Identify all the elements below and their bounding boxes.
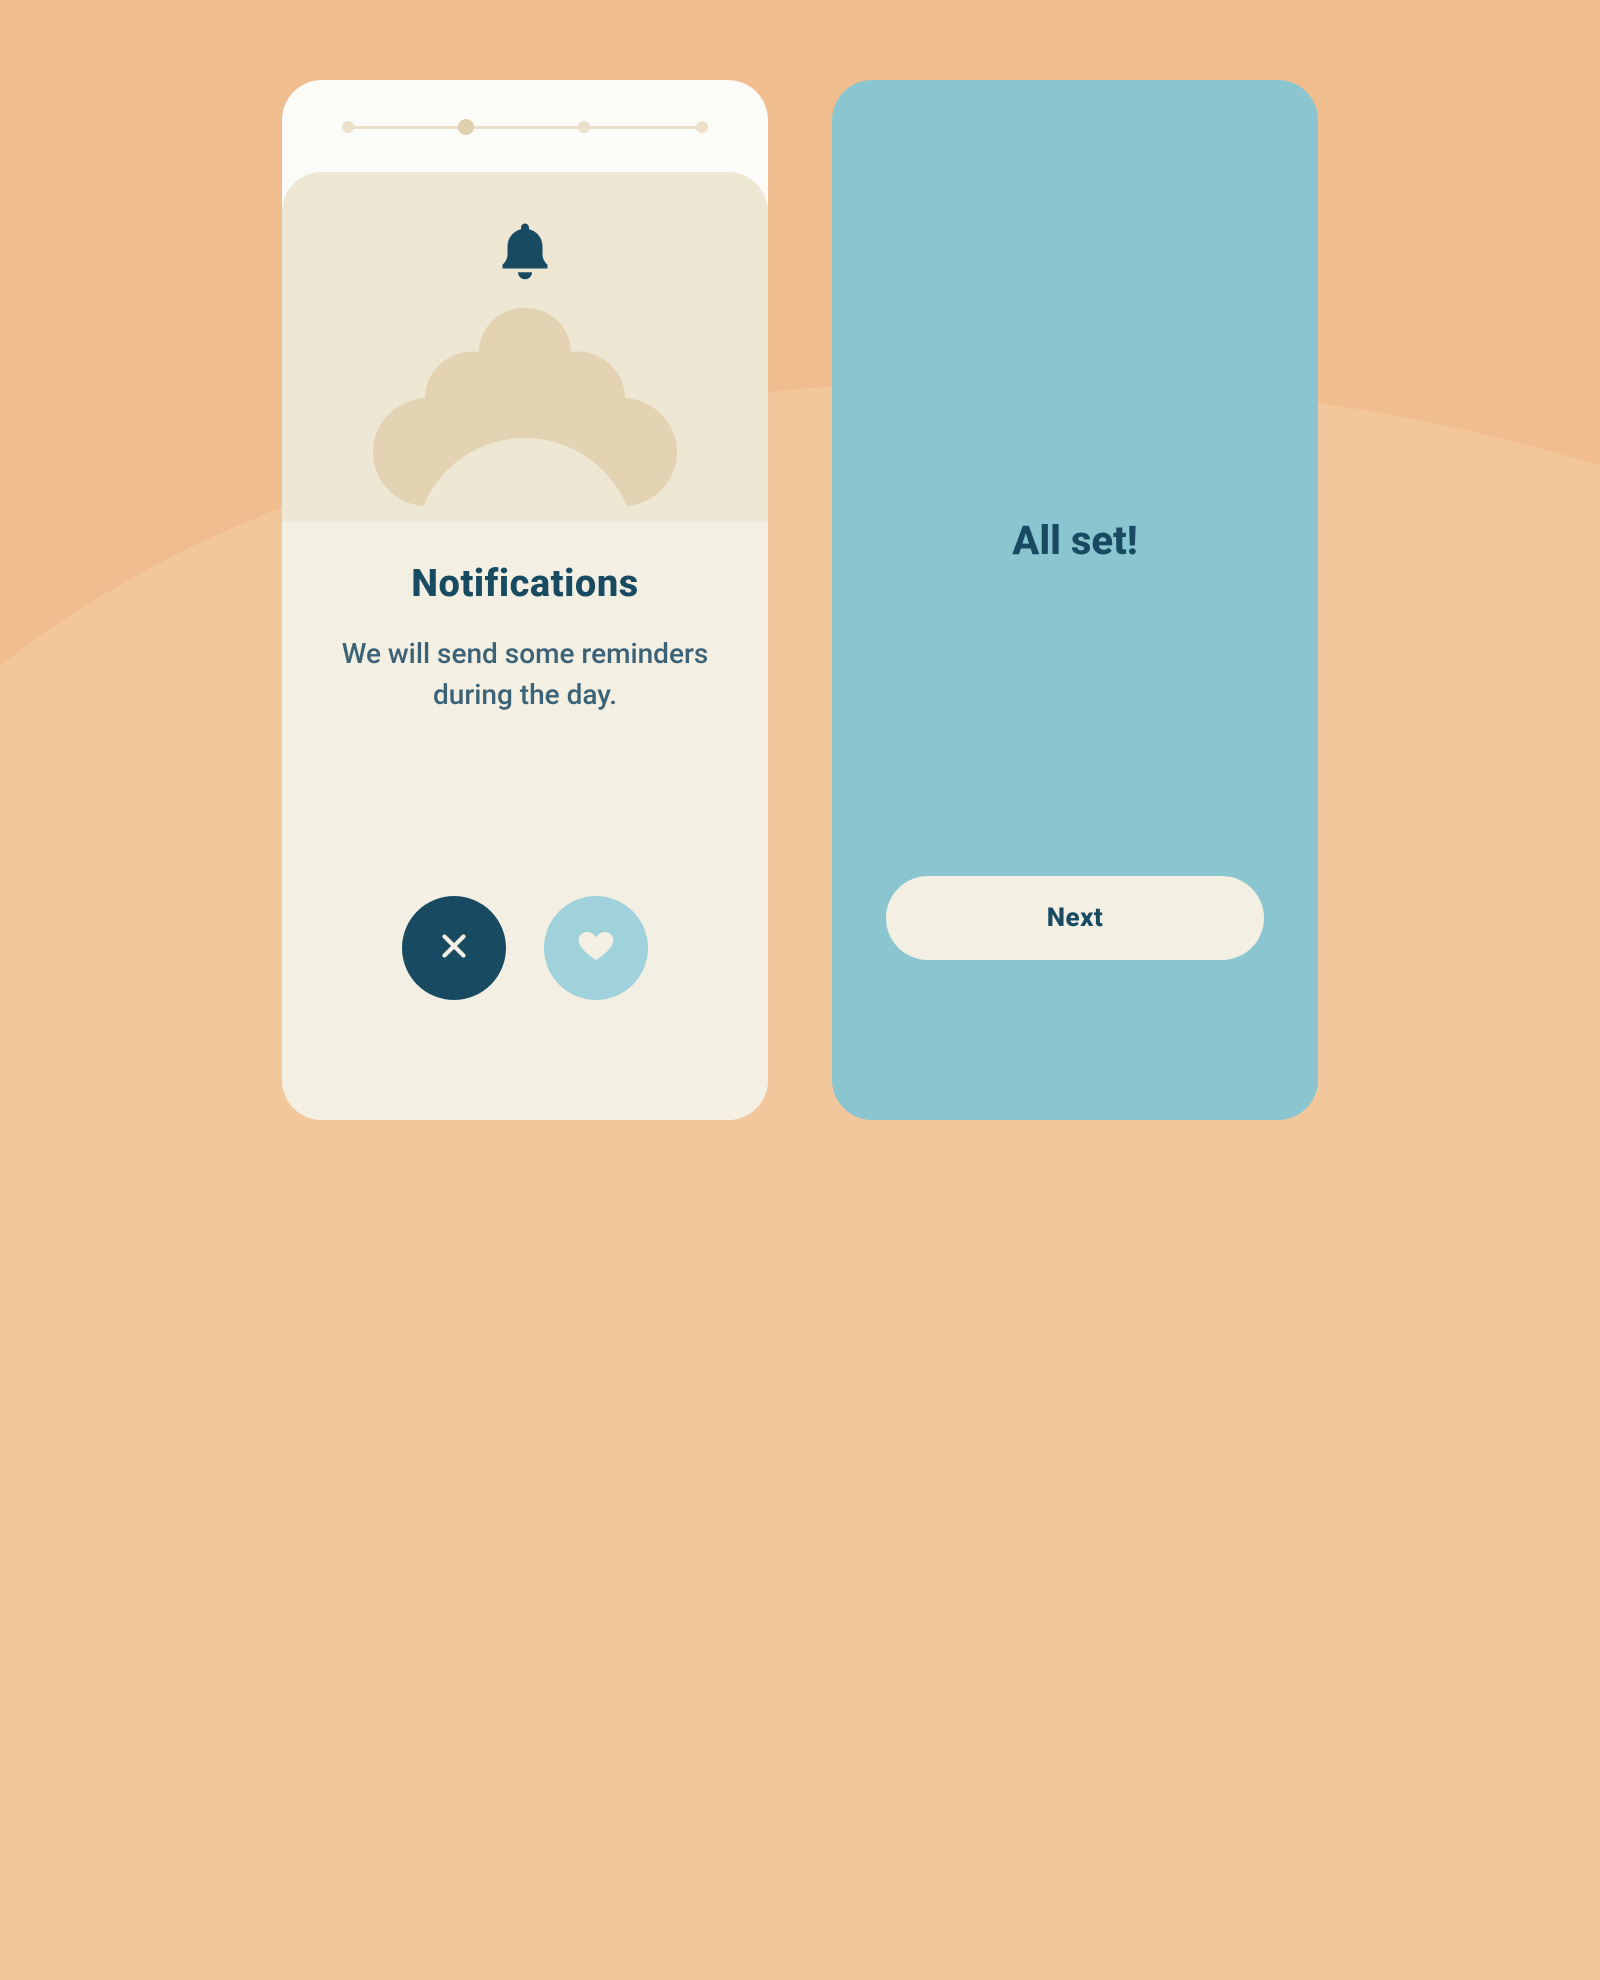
onboarding-actions	[282, 896, 768, 1000]
complete-title: All set!	[832, 517, 1318, 564]
hero-illustration	[282, 172, 768, 522]
progress-track	[348, 126, 702, 129]
accept-button[interactable]	[544, 896, 648, 1000]
next-button-label: Next	[1047, 903, 1104, 933]
onboarding-subtitle: We will send some reminders during the d…	[322, 634, 728, 715]
progress-step-3[interactable]	[578, 121, 590, 133]
onboarding-title: Notifications	[322, 562, 728, 606]
onboarding-card: Notifications We will send some reminder…	[282, 172, 768, 1120]
heart-icon	[575, 925, 617, 971]
close-icon	[435, 927, 473, 969]
onboarding-screen-notifications: Notifications We will send some reminder…	[282, 80, 768, 1120]
onboarding-screen-complete: All set! Next	[832, 80, 1318, 1120]
stage: Notifications We will send some reminder…	[0, 0, 1600, 1200]
progress-step-4[interactable]	[696, 121, 708, 133]
progress-step-1[interactable]	[342, 121, 354, 133]
onboarding-copy: Notifications We will send some reminder…	[322, 562, 728, 715]
progress-indicator	[348, 120, 702, 136]
next-button[interactable]: Next	[886, 876, 1264, 960]
bell-icon	[495, 218, 555, 288]
reject-button[interactable]	[402, 896, 506, 1000]
cloud-shape-icon	[345, 298, 705, 522]
progress-step-2[interactable]	[458, 119, 474, 135]
